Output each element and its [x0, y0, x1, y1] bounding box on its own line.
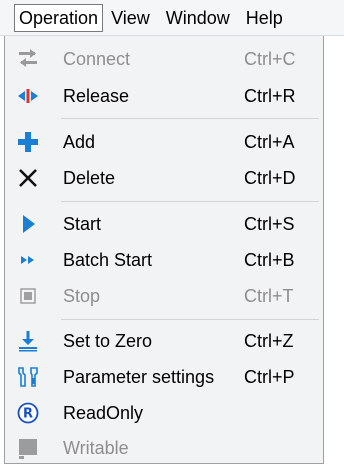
menu-item-shortcut: Ctrl+S — [244, 213, 295, 234]
menu-item-batch-start[interactable]: Batch Start Ctrl+B — [5, 242, 323, 278]
svg-text:R: R — [23, 407, 33, 422]
writable-icon — [15, 435, 41, 461]
menu-item-readonly[interactable]: R ReadOnly — [5, 395, 323, 431]
set-to-zero-icon — [15, 328, 41, 354]
menu-item-label: Set to Zero — [63, 330, 153, 351]
stop-icon — [15, 283, 41, 309]
delete-icon — [15, 165, 41, 191]
menu-item-set-to-zero[interactable]: Set to Zero Ctrl+Z — [5, 323, 323, 359]
menu-item-shortcut: Ctrl+B — [244, 249, 295, 270]
menu-item-connect[interactable]: Connect Ctrl+C — [5, 41, 323, 77]
menu-separator — [61, 319, 319, 320]
menu-item-shortcut: Ctrl+D — [244, 167, 296, 188]
menu-item-add[interactable]: Add Ctrl+A — [5, 124, 323, 160]
menu-operation[interactable]: Operation — [14, 3, 104, 32]
operation-dropdown-menu: Connect Ctrl+C Release Ctrl+R Add Ctrl+A — [4, 36, 324, 464]
start-icon — [15, 211, 41, 237]
menu-item-label: Add — [63, 131, 96, 152]
menu-item-delete[interactable]: Delete Ctrl+D — [5, 160, 323, 196]
menu-separator — [61, 118, 319, 119]
menu-item-label: Parameter settings — [63, 366, 215, 387]
menu-item-shortcut: Ctrl+C — [244, 48, 296, 69]
batch-start-icon — [15, 247, 41, 273]
menu-separator — [61, 201, 319, 202]
menu-view[interactable]: View — [103, 5, 158, 31]
connect-icon — [15, 46, 41, 72]
menu-item-label: Stop — [63, 285, 101, 306]
add-icon — [15, 129, 41, 155]
menu-item-parameter-settings[interactable]: Parameter settings Ctrl+P — [5, 359, 323, 395]
menu-item-release[interactable]: Release Ctrl+R — [5, 78, 323, 114]
release-icon — [15, 83, 41, 109]
menu-item-shortcut: Ctrl+Z — [244, 330, 294, 351]
menu-item-shortcut: Ctrl+P — [244, 366, 295, 387]
menu-item-shortcut: Ctrl+R — [244, 85, 296, 106]
menu-item-label: Batch Start — [63, 249, 153, 270]
menu-item-label: Delete — [63, 167, 116, 188]
menu-item-stop[interactable]: Stop Ctrl+T — [5, 278, 323, 314]
menu-item-label: Release — [63, 85, 130, 106]
wrench-icon — [15, 364, 41, 390]
menu-item-label: ReadOnly — [63, 402, 144, 423]
menu-item-writable[interactable]: Writable — [5, 430, 323, 466]
menu-item-shortcut: Ctrl+A — [244, 131, 295, 152]
menu-window[interactable]: Window — [158, 5, 238, 31]
menu-item-label: Writable — [63, 437, 129, 458]
menu-help[interactable]: Help — [238, 5, 291, 31]
menu-item-label: Connect — [63, 48, 131, 69]
menu-item-label: Start — [63, 213, 102, 234]
menu-item-shortcut: Ctrl+T — [244, 285, 294, 306]
menu-bar: Operation View Window Help — [0, 0, 344, 36]
readonly-icon: R — [15, 400, 41, 426]
menu-item-start[interactable]: Start Ctrl+S — [5, 206, 323, 242]
